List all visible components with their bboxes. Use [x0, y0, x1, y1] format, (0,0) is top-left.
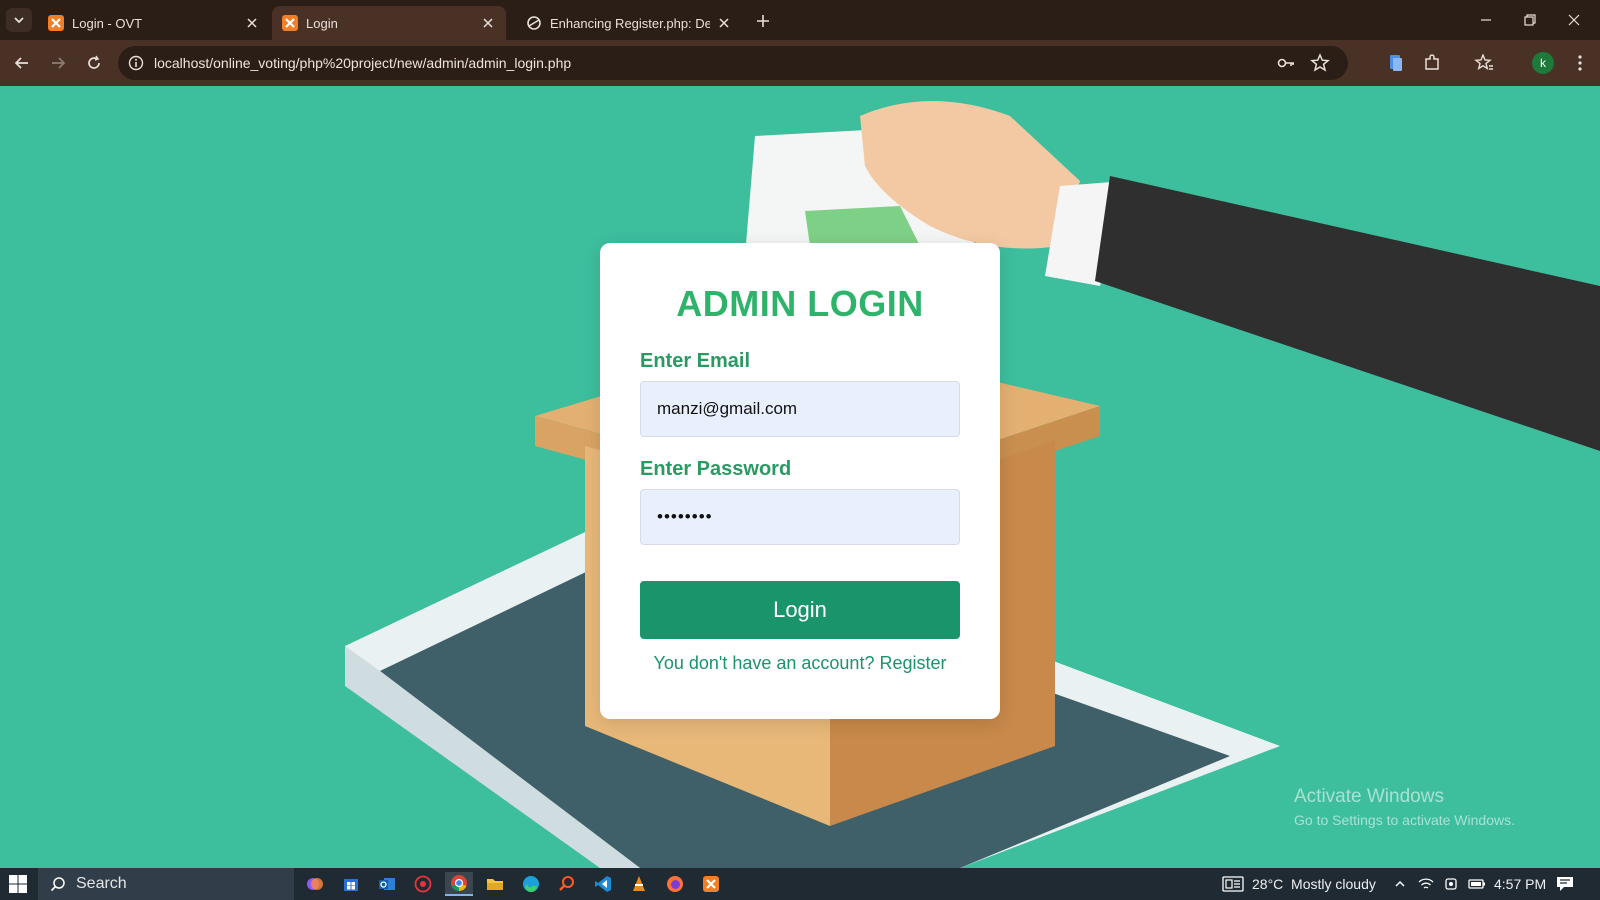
email-field[interactable] — [640, 381, 960, 437]
taskbar-search-label: Search — [76, 875, 127, 892]
wifi-icon[interactable] — [1418, 877, 1434, 891]
extensions-menu-button[interactable] — [1420, 51, 1444, 75]
clock-time: 4:57 PM — [1494, 876, 1547, 892]
taskbar-app-record[interactable] — [409, 872, 437, 896]
login-button[interactable]: Login — [640, 581, 960, 639]
vscode-icon — [594, 875, 612, 893]
search-icon — [50, 876, 66, 892]
chrome-icon — [450, 874, 468, 892]
tab-title: Login - OVT — [72, 15, 143, 31]
taskbar-app-search-tool[interactable] — [553, 872, 581, 896]
arrow-right-icon — [50, 55, 66, 71]
new-tab-button[interactable] — [752, 10, 774, 32]
taskbar-app-outlook[interactable] — [373, 872, 401, 896]
browser-toolbar: localhost/online_voting/php%20project/ne… — [0, 40, 1600, 86]
arrow-left-icon — [14, 55, 30, 71]
taskbar-app-vlc[interactable] — [625, 872, 653, 896]
notification-icon — [1556, 876, 1574, 892]
edge-icon — [522, 875, 540, 893]
chevron-down-icon — [13, 14, 25, 26]
minimize-button[interactable] — [1464, 0, 1508, 40]
browser-menu-button[interactable] — [1568, 51, 1592, 75]
reload-icon — [86, 55, 102, 71]
taskbar-app-copilot[interactable] — [301, 872, 329, 896]
windows-taskbar: Search 28°C Mostly cloudy 4:57 PM — [0, 868, 1600, 900]
firefox-icon — [666, 875, 684, 893]
taskbar-app-explorer[interactable] — [481, 872, 509, 896]
battery-icon[interactable] — [1468, 878, 1486, 890]
watermark-subtitle: Go to Settings to activate Windows. — [1294, 812, 1515, 828]
password-key-icon[interactable] — [1276, 53, 1296, 73]
taskbar-clock[interactable]: 4:57 PM — [1494, 868, 1546, 900]
plus-icon — [756, 14, 770, 28]
outlook-icon — [378, 875, 396, 893]
weather-text: 28°C Mostly cloudy — [1252, 876, 1376, 892]
close-icon[interactable] — [716, 15, 732, 31]
xampp-icon — [282, 15, 298, 31]
tab-title: Login — [306, 15, 338, 31]
taskbar-app-vscode[interactable] — [589, 872, 617, 896]
magnifier-app-icon — [558, 875, 576, 893]
vlc-icon — [630, 875, 648, 893]
document-extension-icon — [1388, 54, 1404, 72]
taskbar-app-chrome[interactable] — [445, 872, 473, 896]
bookmark-star-icon[interactable] — [1310, 53, 1330, 73]
xampp-icon — [702, 875, 720, 893]
close-window-button[interactable] — [1552, 0, 1596, 40]
activate-windows-watermark: Activate Windows Go to Settings to activ… — [1294, 786, 1515, 828]
more-vertical-icon — [1578, 55, 1582, 71]
copilot-icon — [306, 875, 324, 893]
url-text: localhost/online_voting/php%20project/ne… — [154, 55, 572, 71]
forward-button[interactable] — [46, 51, 70, 75]
close-icon[interactable] — [244, 15, 260, 31]
tab-enhancing-register[interactable]: Enhancing Register.php: Design — [516, 6, 742, 40]
taskbar-weather[interactable]: 28°C Mostly cloudy — [1222, 868, 1376, 900]
password-label: Enter Password — [640, 458, 792, 480]
folder-icon — [486, 875, 504, 893]
tab-login[interactable]: Login — [272, 6, 506, 40]
tab-title: Enhancing Register.php: Design — [550, 15, 710, 31]
chevron-up-icon[interactable] — [1394, 878, 1406, 890]
puzzle-icon — [1423, 54, 1441, 72]
site-info-icon[interactable] — [126, 53, 146, 73]
store-icon — [342, 875, 360, 893]
tab-search-button[interactable] — [6, 8, 32, 32]
extension-button[interactable] — [1384, 51, 1408, 75]
profile-avatar[interactable]: k — [1532, 52, 1554, 74]
address-bar[interactable]: localhost/online_voting/php%20project/ne… — [118, 46, 1348, 80]
taskbar-app-store[interactable] — [337, 872, 365, 896]
tab-strip: Login - OVT Login Enhancing Register.php… — [0, 0, 1600, 40]
close-icon — [1568, 14, 1580, 26]
star-list-icon — [1474, 54, 1494, 72]
password-field[interactable] — [640, 489, 960, 545]
back-button[interactable] — [10, 51, 34, 75]
record-icon — [414, 875, 432, 893]
taskbar-app-firefox[interactable] — [661, 872, 689, 896]
tab-login-ovt[interactable]: Login - OVT — [38, 6, 270, 40]
openai-icon — [526, 15, 542, 31]
page-viewport: ADMIN LOGIN Enter Email Enter Password L… — [0, 86, 1600, 868]
favorites-button[interactable] — [1472, 51, 1496, 75]
taskbar-search-box[interactable]: Search — [38, 868, 294, 900]
watermark-title: Activate Windows — [1294, 786, 1444, 807]
weather-news-icon — [1222, 876, 1244, 892]
camera-icon[interactable] — [1444, 877, 1458, 891]
page-title: ADMIN LOGIN — [676, 283, 924, 324]
windows-start-icon[interactable] — [8, 874, 28, 894]
admin-login-card: ADMIN LOGIN Enter Email Enter Password L… — [600, 243, 1000, 719]
xampp-icon — [48, 15, 64, 31]
register-link[interactable]: You don't have an account? Register — [600, 653, 1000, 674]
notification-center-button[interactable] — [1556, 868, 1574, 900]
restore-button[interactable] — [1508, 0, 1552, 40]
taskbar-app-xampp[interactable] — [697, 872, 725, 896]
reload-button[interactable] — [82, 51, 106, 75]
email-label: Enter Email — [640, 350, 751, 372]
minimize-icon — [1480, 14, 1492, 26]
close-icon[interactable] — [480, 15, 496, 31]
taskbar-app-edge[interactable] — [517, 872, 545, 896]
system-tray-icons — [1394, 868, 1486, 900]
restore-icon — [1524, 14, 1536, 26]
